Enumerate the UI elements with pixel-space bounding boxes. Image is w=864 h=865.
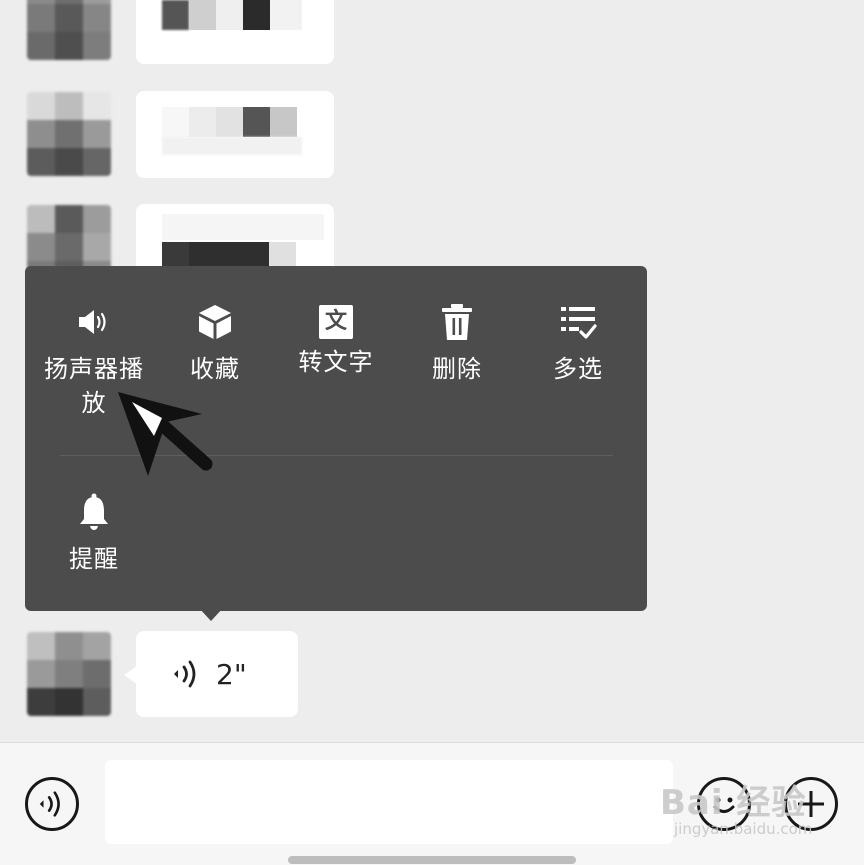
menu-item-label: 提醒 (69, 545, 119, 573)
bell-icon (34, 492, 154, 536)
multi-select-icon (518, 302, 638, 346)
message-bubble[interactable] (136, 0, 334, 64)
menu-item-delete[interactable]: 删除 (397, 302, 517, 386)
context-menu-tail (199, 608, 223, 621)
menu-item-label: 删除 (432, 355, 482, 383)
menu-item-label: 转文字 (298, 348, 374, 376)
voice-toggle-button[interactable] (25, 777, 79, 831)
voice-wave-icon (170, 657, 204, 695)
avatar[interactable] (27, 0, 111, 60)
speaker-icon (34, 302, 154, 346)
menu-item-to-text[interactable]: 文 转文字 (276, 302, 396, 379)
voice-wave-icon (36, 788, 68, 824)
menu-item-remind[interactable]: 提醒 (34, 492, 154, 576)
cube-icon (155, 302, 275, 346)
watermark-brand: Bai 经验 (660, 783, 807, 823)
trash-icon (397, 302, 517, 346)
arrow-pointer-icon (110, 386, 220, 485)
watermark-url: jingyan.baidu.com (674, 820, 813, 838)
message-bubble[interactable] (136, 91, 334, 178)
text-convert-icon: 文 (319, 305, 353, 339)
home-indicator (288, 856, 576, 864)
avatar[interactable] (27, 632, 111, 716)
menu-item-multi-select[interactable]: 多选 (518, 302, 638, 386)
menu-item-favorite[interactable]: 收藏 (155, 302, 275, 386)
watermark: Bai 经验 jingyan.baidu.com (660, 775, 812, 838)
menu-item-label: 收藏 (190, 355, 240, 383)
voice-duration: 2" (216, 658, 247, 691)
message-input[interactable] (105, 760, 673, 844)
avatar[interactable] (27, 92, 111, 176)
menu-item-label: 多选 (553, 355, 603, 383)
